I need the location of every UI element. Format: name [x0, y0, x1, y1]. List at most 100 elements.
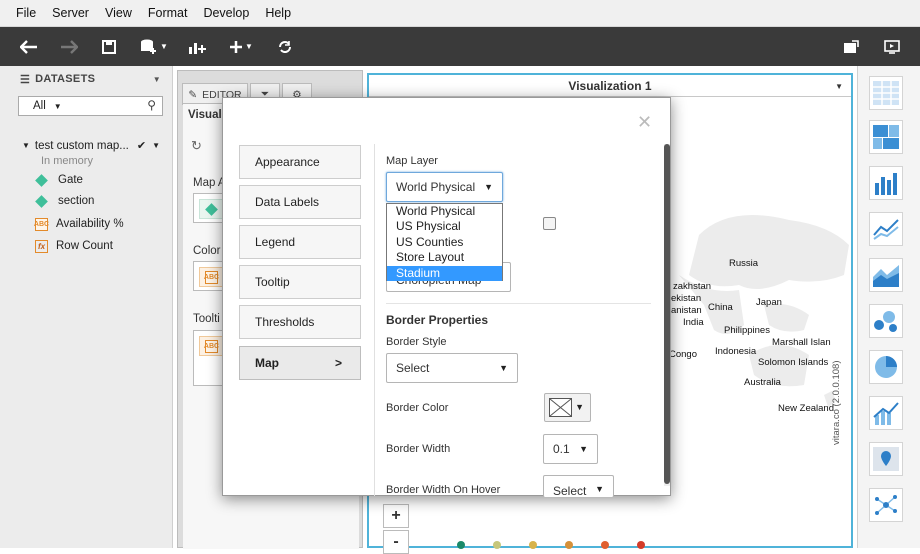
save-icon	[102, 39, 116, 54]
menu-view[interactable]: View	[105, 6, 132, 20]
menu-format[interactable]: Format	[148, 6, 188, 20]
rotate-icon[interactable]: ↻	[191, 138, 202, 154]
field-item[interactable]: section	[35, 192, 94, 210]
chevron-down-icon: ▼	[595, 484, 604, 494]
option-checkbox[interactable]	[543, 217, 556, 230]
menu-server[interactable]: Server	[52, 6, 89, 20]
chevron-right-icon: >	[334, 356, 342, 370]
border-style-select[interactable]: Select ▼	[386, 353, 518, 383]
map-pin-icon[interactable]	[869, 442, 903, 476]
plus-icon	[230, 40, 243, 53]
chevron-down-icon[interactable]: ▼	[835, 82, 843, 91]
expand-icon[interactable]: ▼	[22, 141, 30, 150]
field-item[interactable]: ABC Availability %	[34, 215, 124, 233]
network-icon[interactable]	[869, 488, 903, 522]
chevron-down-icon[interactable]: ▼	[153, 75, 161, 84]
menu-file[interactable]: File	[16, 6, 36, 20]
forward-button[interactable]	[54, 27, 84, 66]
map-layer-label: Map Layer	[386, 155, 438, 167]
nav-data-labels[interactable]: Data Labels	[239, 185, 361, 219]
scrollbar-thumb[interactable]	[664, 144, 670, 484]
menu-help[interactable]: Help	[265, 6, 291, 20]
nav-legend[interactable]: Legend	[239, 225, 361, 259]
calculated-field-icon: fx	[35, 239, 48, 253]
field-item[interactable]: fx Row Count	[35, 237, 113, 255]
zoom-out-button[interactable]: -	[383, 530, 409, 554]
map-label: ekistan	[671, 293, 702, 304]
treemap-icon[interactable]	[869, 120, 903, 154]
option-us-counties[interactable]: US Counties	[387, 235, 502, 250]
combo-chart-icon[interactable]	[869, 396, 903, 430]
chevron-down-icon: ▼	[499, 363, 508, 373]
bar-chart-icon[interactable]	[869, 166, 903, 200]
map-label: India	[683, 317, 704, 328]
close-icon[interactable]: ✕	[637, 112, 652, 133]
field-item[interactable]: Gate	[35, 171, 83, 189]
menu-develop[interactable]: Develop	[203, 6, 249, 20]
border-width-label: Border Width	[386, 443, 451, 455]
field-label: Gate	[58, 174, 83, 186]
divider	[386, 303, 651, 304]
add-menu-button[interactable]: ▼	[226, 27, 256, 66]
datasets-title: DATASETS	[35, 73, 96, 85]
nav-map[interactable]: Map >	[239, 346, 361, 380]
properties-dialog: ✕ Appearance Data Labels Legend Tooltip …	[222, 97, 671, 498]
datasets-header: ☰ DATASETS ▼	[0, 66, 173, 92]
bubble-icon[interactable]	[869, 304, 903, 338]
map-label: China	[708, 302, 733, 313]
checkmark-icon: ✔	[136, 140, 147, 152]
option-store-layout[interactable]: Store Layout	[387, 250, 502, 265]
present-button[interactable]	[878, 27, 906, 66]
pencil-icon: ✎	[188, 88, 198, 101]
map-label: Indonesia	[715, 346, 757, 357]
border-style-value: Select	[396, 361, 430, 375]
add-chart-button[interactable]	[184, 27, 210, 66]
chevron-down-icon[interactable]: ▼	[152, 141, 160, 150]
border-hover-select[interactable]: Select ▼	[543, 475, 614, 498]
map-label: Philippines	[724, 325, 770, 336]
map-layer-select[interactable]: World Physical ▼	[386, 172, 503, 202]
dimension-icon	[35, 194, 48, 208]
map-label: New Zealand	[778, 403, 834, 414]
save-button[interactable]	[96, 27, 122, 66]
border-color-label: Border Color	[386, 402, 449, 414]
map-label: zakhstan	[673, 281, 712, 292]
search-icon[interactable]: ⚲	[147, 98, 156, 112]
zoom-in-button[interactable]: +	[383, 504, 409, 528]
option-stadium[interactable]: Stadium	[387, 265, 502, 281]
pie-chart-icon[interactable]	[869, 350, 903, 384]
border-properties-heading: Border Properties	[386, 313, 489, 327]
dataset-status: In memory	[41, 155, 93, 167]
nav-appearance[interactable]: Appearance	[239, 145, 361, 179]
present-icon	[884, 39, 900, 54]
chevron-down-icon: ▼	[575, 402, 584, 412]
option-us-physical[interactable]: US Physical	[387, 219, 502, 234]
nav-thresholds[interactable]: Thresholds	[239, 305, 361, 339]
line-chart-icon[interactable]	[869, 212, 903, 246]
chevron-down-icon: ▼	[484, 182, 493, 192]
border-width-select[interactable]: 0.1 ▼	[543, 434, 598, 464]
map-attribute-label: Map A	[193, 177, 226, 189]
measure-icon: ABC	[204, 270, 219, 284]
map-label: Marshall Islan	[772, 337, 831, 348]
border-hover-value: Select	[553, 484, 587, 498]
dialog-scrollbar[interactable]	[664, 144, 670, 486]
map-label: Australia	[744, 377, 781, 388]
divider	[374, 144, 375, 496]
dataset-name: test custom map...	[34, 139, 129, 152]
border-color-picker[interactable]: ▼	[544, 393, 591, 422]
share-button[interactable]	[838, 27, 864, 66]
area-chart-icon[interactable]	[869, 258, 903, 292]
dataset-filter[interactable]: All ▼ ⚲	[18, 96, 163, 116]
nav-tooltip[interactable]: Tooltip	[239, 265, 361, 299]
share-icon	[844, 39, 859, 53]
back-button[interactable]	[14, 27, 44, 66]
chart-add-icon	[189, 42, 206, 54]
option-world-physical[interactable]: World Physical	[387, 204, 502, 219]
chevron-down-icon[interactable]: ▼	[54, 102, 62, 111]
add-dataset-button[interactable]: ▼	[136, 27, 172, 66]
refresh-button[interactable]	[272, 27, 298, 66]
grid-icon[interactable]	[869, 76, 903, 110]
editor-title: Visuali	[188, 109, 225, 121]
dataset-item[interactable]: ▼ test custom map... ✔ ▼	[22, 139, 160, 153]
